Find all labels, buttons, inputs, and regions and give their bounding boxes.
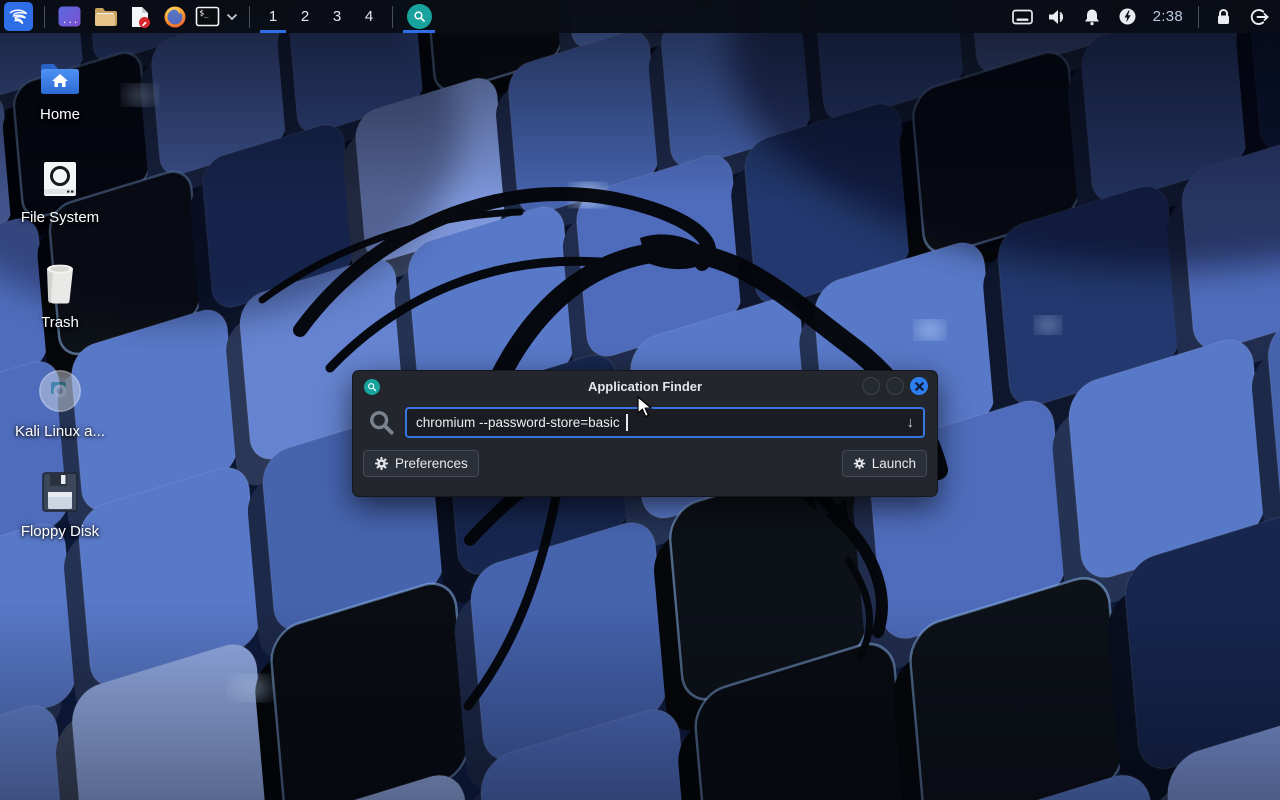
maximize-button[interactable] <box>886 377 904 395</box>
launcher-file-manager[interactable] <box>87 0 122 33</box>
down-arrow-icon[interactable]: ↓ <box>907 415 915 430</box>
terminal-dropdown-button[interactable] <box>222 0 242 33</box>
trash-icon <box>39 261 81 305</box>
workspace-3[interactable]: 3 <box>321 0 353 33</box>
svg-text:...: ... <box>62 16 78 26</box>
terminal-icon: $_ <box>195 4 220 29</box>
file-manager-icon <box>92 4 118 30</box>
keyboard-tray-button[interactable] <box>1005 0 1040 33</box>
purple-app-icon: ... <box>57 4 82 29</box>
desktop-icon-kali-linux[interactable]: Kali Linux a... <box>12 368 108 440</box>
desktop-icon-trash[interactable]: Trash <box>12 261 108 331</box>
volume-icon <box>1047 8 1067 26</box>
desktop-icon-home[interactable]: Home <box>12 57 108 123</box>
panel-separator <box>44 6 45 28</box>
desktop-icon-label: Kali Linux a... <box>15 423 105 440</box>
desktop-icon-label: Trash <box>41 314 79 331</box>
home-folder-icon <box>37 57 83 97</box>
taskbar-app-finder-button[interactable] <box>400 0 438 33</box>
lock-icon <box>1215 8 1232 26</box>
minimize-button[interactable] <box>862 377 880 395</box>
notifications-bell-icon <box>1083 8 1101 26</box>
keyboard-icon <box>1012 9 1033 25</box>
app-finder-icon <box>407 4 432 29</box>
close-button[interactable] <box>910 377 928 395</box>
desktop-icon-label: Home <box>40 106 80 123</box>
filesystem-drive-icon <box>39 158 81 200</box>
notifications-tray-button[interactable] <box>1075 0 1110 33</box>
text-caret <box>626 414 628 431</box>
floppy-disk-icon <box>39 470 81 514</box>
launch-button[interactable]: Launch <box>842 450 927 477</box>
preferences-button[interactable]: Preferences <box>363 450 479 477</box>
desktop-icon-file-system[interactable]: File System <box>12 158 108 226</box>
command-text: chromium --password-store=basic <box>416 415 623 430</box>
preferences-label: Preferences <box>395 456 468 471</box>
logout-icon <box>1249 7 1269 27</box>
launch-label: Launch <box>872 456 916 471</box>
panel-separator <box>249 6 250 28</box>
workspace-4[interactable]: 4 <box>353 0 385 33</box>
volume-tray-button[interactable] <box>1040 0 1075 33</box>
clock[interactable]: 2:38 <box>1145 0 1191 33</box>
launcher-firefox[interactable] <box>157 0 192 33</box>
app-finder-icon <box>364 379 380 395</box>
launcher-text-editor[interactable] <box>122 0 157 33</box>
lock-screen-button[interactable] <box>1206 0 1241 33</box>
workspace-2[interactable]: 2 <box>289 0 321 33</box>
window-title: Application Finder <box>353 379 937 394</box>
disc-icon <box>37 368 83 414</box>
applications-menu-button[interactable] <box>0 0 37 33</box>
panel-separator <box>1198 6 1199 28</box>
firefox-icon <box>162 4 188 30</box>
svg-text:$_: $_ <box>199 9 209 18</box>
close-icon <box>915 382 924 391</box>
panel-separator <box>392 6 393 28</box>
logout-button[interactable] <box>1241 0 1276 33</box>
titlebar[interactable]: Application Finder <box>353 371 937 402</box>
workspace-1[interactable]: 1 <box>257 0 289 33</box>
power-manager-tray-button[interactable] <box>1110 0 1145 33</box>
search-icon <box>367 408 396 437</box>
desktop-icon-floppy-disk[interactable]: Floppy Disk <box>12 470 108 540</box>
launcher-purple-app[interactable]: ... <box>52 0 87 33</box>
desktop-icon-label: File System <box>21 209 99 226</box>
launcher-terminal[interactable]: $_ <box>192 0 222 33</box>
power-manager-icon <box>1118 7 1137 26</box>
text-editor-icon <box>127 4 153 30</box>
kali-logo-icon <box>4 2 33 31</box>
chevron-down-icon <box>226 13 238 21</box>
top-panel: ... $_ <box>0 0 1280 33</box>
desktop-icon-label: Floppy Disk <box>21 523 99 540</box>
application-finder-window: Application Finder chromium --password-s… <box>352 370 938 497</box>
command-input[interactable]: chromium --password-store=basic ↓ <box>405 407 925 438</box>
